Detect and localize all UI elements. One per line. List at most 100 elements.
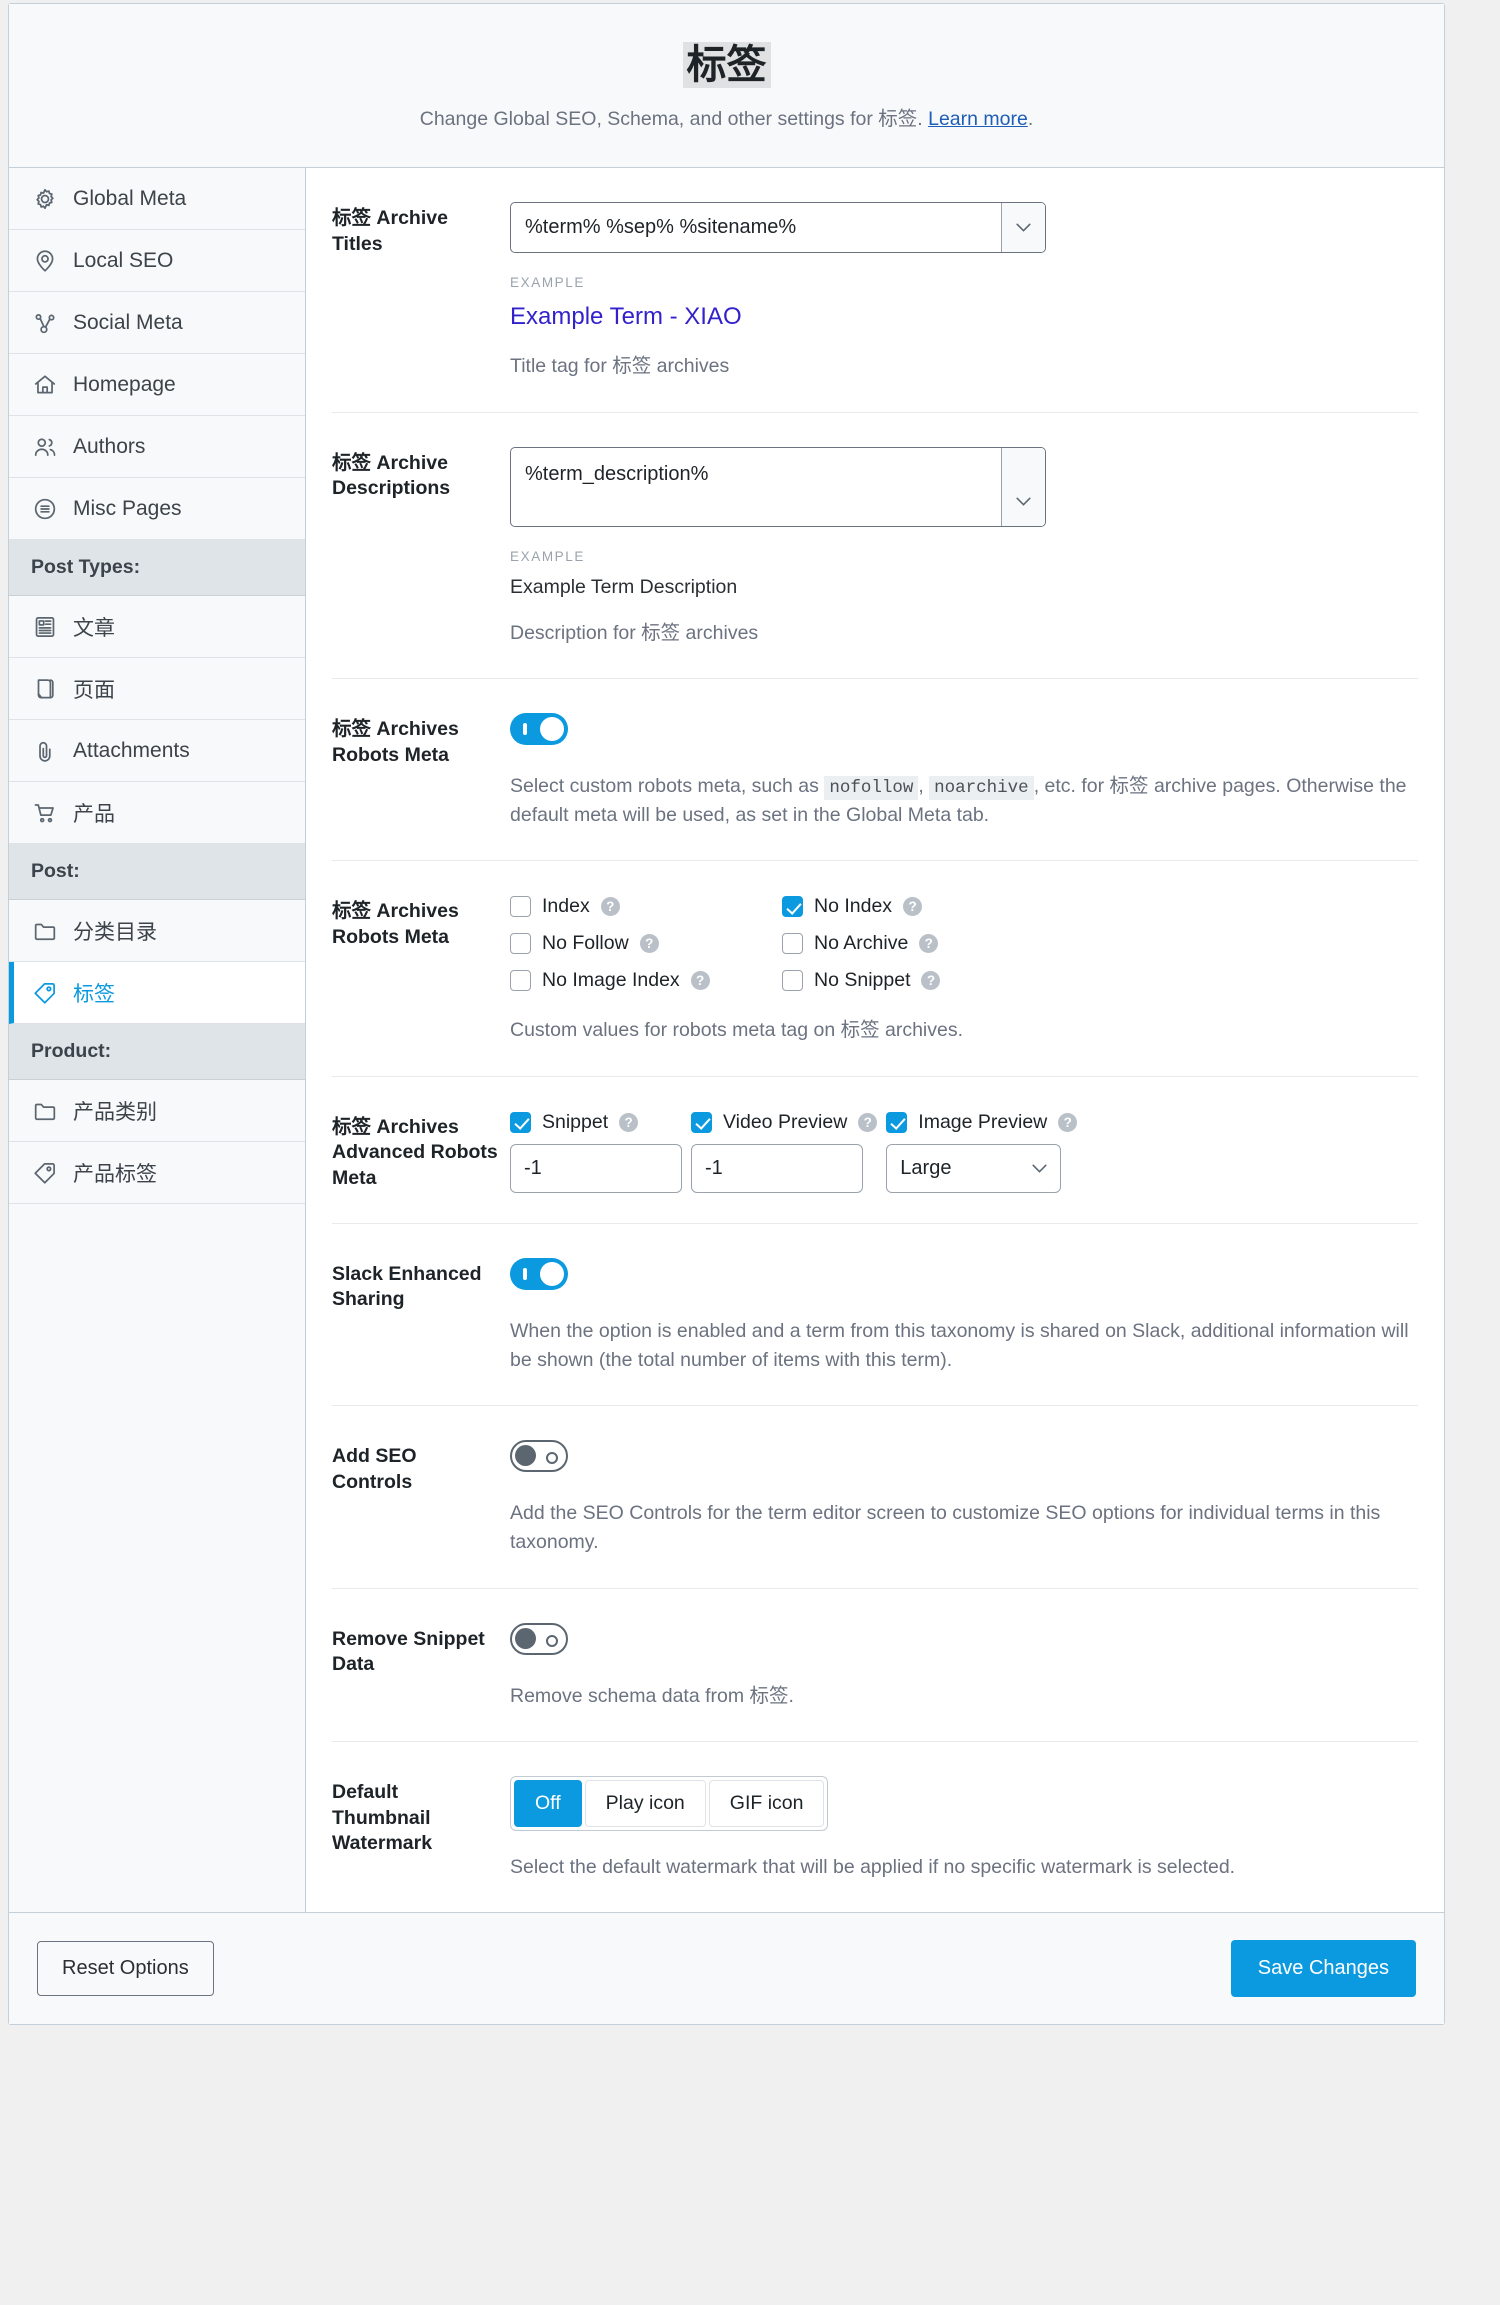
advanced-robots-size-value: Large: [900, 1156, 952, 1179]
help-icon[interactable]: ?: [921, 971, 941, 991]
sidebar-item-产品类别[interactable]: 产品类别: [9, 1080, 305, 1143]
robots-option-no-snippet[interactable]: No Snippet?: [782, 969, 1418, 992]
paperclip-icon: [31, 737, 59, 765]
advanced-robots-value-input[interactable]: [691, 1143, 863, 1193]
archive-descriptions-variables-button[interactable]: [1001, 447, 1045, 526]
sidebar-item-homepage[interactable]: Homepage: [9, 354, 305, 417]
page-subtitle-suffix: .: [1027, 108, 1034, 130]
checkbox-icon[interactable]: [510, 1111, 531, 1133]
advanced-robots-value-input[interactable]: [510, 1143, 682, 1193]
sidebar-item-文章[interactable]: 文章: [9, 596, 305, 659]
share-nodes-icon: [31, 309, 59, 337]
remove-snippet-data-label: Remove Snippet Data: [332, 1627, 485, 1676]
advanced-robots-option-image-preview[interactable]: Image Preview?: [886, 1110, 1078, 1134]
archive-titles-input[interactable]: [511, 203, 1001, 253]
archive-descriptions-example-label: EXAMPLE: [510, 548, 585, 564]
robots-hint-part1: Select custom robots meta, such as: [510, 774, 825, 797]
article-icon: [31, 613, 59, 641]
help-icon[interactable]: ?: [1058, 1112, 1078, 1132]
sidebar-item-local-seo[interactable]: Local SEO: [9, 230, 305, 293]
advanced-robots-option-video-preview[interactable]: Video Preview?: [691, 1111, 878, 1134]
archive-titles-label: 标签 Archive Titles: [332, 207, 448, 256]
archive-descriptions-input-group: [510, 446, 1046, 527]
help-icon[interactable]: ?: [619, 1112, 639, 1132]
seo-settings-panel: 标签 Change Global SEO, Schema, and other …: [8, 3, 1445, 2026]
sidebar-section-post: Post:: [9, 844, 305, 901]
checkbox-icon[interactable]: [510, 970, 531, 992]
checkbox-icon[interactable]: [782, 896, 803, 918]
archive-descriptions-textarea[interactable]: [511, 447, 1001, 526]
watermark-option-play-icon[interactable]: Play icon: [584, 1779, 706, 1828]
sidebar-section-product: Product:: [9, 1024, 305, 1081]
robots-meta-checks-hint: Custom values for robots meta tag on 标签 …: [510, 1019, 964, 1042]
robots-option-no-index[interactable]: No Index?: [782, 895, 1418, 918]
row-robots-meta-checks: 标签 Archives Robots Meta Index? No Index? N…: [332, 861, 1418, 1077]
help-icon[interactable]: ?: [903, 897, 923, 917]
sidebar-item-label: 页面: [73, 678, 115, 702]
help-icon[interactable]: ?: [639, 934, 659, 954]
advanced-robots-option-snippet[interactable]: Snippet?: [510, 1111, 682, 1134]
advanced-robots-size-select[interactable]: Large: [886, 1143, 1062, 1193]
sidebar-item-label: Misc Pages: [73, 496, 182, 520]
remove-snippet-data-toggle[interactable]: [510, 1622, 568, 1655]
chevron-down-icon: [1016, 497, 1031, 506]
home-icon: [31, 371, 59, 399]
sidebar-item-label: 文章: [73, 616, 115, 640]
sidebar-item-misc-pages[interactable]: Misc Pages: [9, 478, 305, 541]
robots-option-no-image-index[interactable]: No Image Index?: [510, 969, 782, 992]
reset-options-button[interactable]: Reset Options: [37, 1941, 214, 1997]
sidebar-item-页面[interactable]: 页面: [9, 658, 305, 721]
advanced-robots-columns: Snippet? Video Preview? Image Preview? Larg…: [510, 1111, 1418, 1193]
checkbox-icon[interactable]: [782, 970, 803, 992]
archive-titles-example-value: Example Term - XIAO: [510, 303, 742, 331]
robots-option-index[interactable]: Index?: [510, 895, 782, 918]
sidebar-item-label: Local SEO: [73, 248, 174, 272]
sidebar-item-产品[interactable]: 产品: [9, 782, 305, 845]
sidebar-item-attachments[interactable]: Attachments: [9, 720, 305, 783]
learn-more-link[interactable]: Learn more: [928, 108, 1028, 130]
robots-option-no-archive[interactable]: No Archive?: [782, 932, 1418, 955]
robots-option-label: No Image Index: [542, 969, 680, 992]
watermark-option-gif-icon[interactable]: GIF icon: [708, 1779, 825, 1828]
add-seo-controls-toggle[interactable]: [510, 1440, 568, 1473]
sidebar-item-global-meta[interactable]: Global Meta: [9, 168, 305, 231]
slack-sharing-toggle[interactable]: [510, 1257, 568, 1290]
help-icon[interactable]: ?: [919, 934, 939, 954]
tag-icon: [31, 979, 59, 1007]
sidebar-item-标签[interactable]: 标签: [9, 962, 305, 1025]
help-icon[interactable]: ?: [858, 1112, 878, 1132]
robots-meta-toggle[interactable]: [510, 712, 568, 745]
robots-meta-toggle-label: 标签 Archives Robots Meta: [332, 717, 459, 766]
archive-descriptions-example-value: Example Term Description: [510, 575, 738, 598]
help-icon[interactable]: ?: [600, 897, 620, 917]
panel-header: 标签 Change Global SEO, Schema, and other …: [9, 4, 1444, 169]
robots-meta-checks-label: 标签 Archives Robots Meta: [332, 900, 459, 949]
checkbox-icon[interactable]: [510, 933, 531, 955]
row-robots-meta-toggle: 标签 Archives Robots Meta Select custom ro…: [332, 679, 1418, 862]
panel-footer: Reset Options Save Changes: [9, 1912, 1444, 2025]
row-advanced-robots: 标签 Archives Advanced Robots Meta Snippet…: [332, 1077, 1418, 1224]
list-circle-icon: [31, 495, 59, 523]
checkbox-icon[interactable]: [886, 1111, 908, 1133]
chevron-down-icon: [1032, 1164, 1047, 1173]
page-icon: [31, 675, 59, 703]
checkbox-icon[interactable]: [510, 896, 531, 918]
sidebar-item-产品标签[interactable]: 产品标签: [9, 1142, 305, 1205]
save-changes-button[interactable]: Save Changes: [1230, 1940, 1416, 1998]
sidebar-item-label: 产品: [73, 802, 115, 826]
sidebar-item-label: 产品类别: [73, 1100, 157, 1124]
sidebar-item-authors[interactable]: Authors: [9, 416, 305, 479]
checkbox-icon[interactable]: [782, 933, 803, 955]
archive-titles-variables-button[interactable]: [1001, 203, 1045, 253]
robots-option-no-follow[interactable]: No Follow?: [510, 932, 782, 955]
advanced-robots-option-label: Image Preview: [918, 1110, 1048, 1133]
sidebar-item-social-meta[interactable]: Social Meta: [9, 292, 305, 355]
archive-titles-hint: Title tag for 标签 archives: [510, 355, 730, 378]
tag-icon: [31, 1159, 59, 1187]
watermark-option-off[interactable]: Off: [514, 1779, 582, 1828]
sidebar-item-分类目录[interactable]: 分类目录: [9, 900, 305, 963]
checkbox-icon[interactable]: [691, 1111, 712, 1133]
sidebar-item-label: 标签: [73, 982, 115, 1006]
help-icon[interactable]: ?: [690, 971, 710, 991]
archive-titles-input-group: [510, 202, 1046, 254]
